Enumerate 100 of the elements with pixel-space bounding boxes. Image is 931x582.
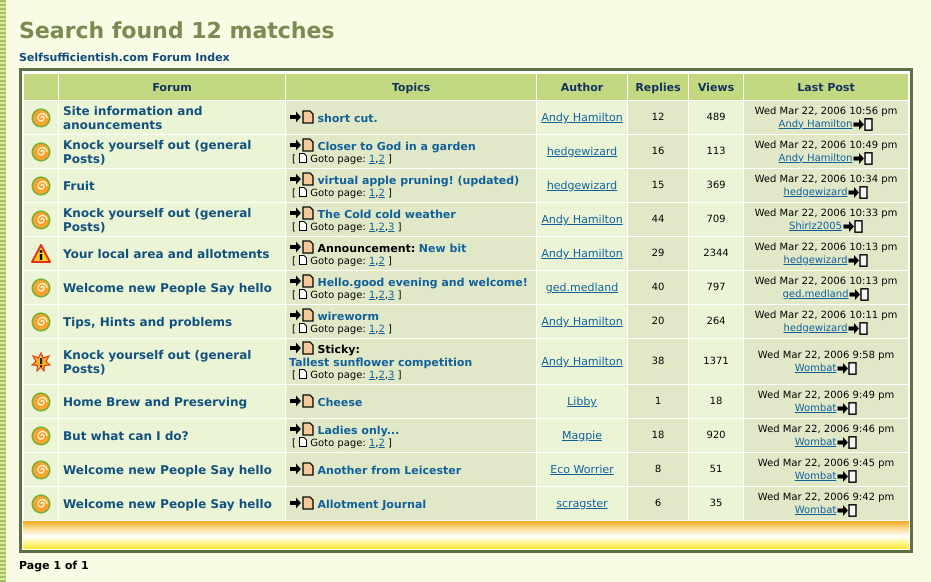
arrow-document-icon[interactable]	[853, 118, 874, 130]
topic-link[interactable]: Closer to God in a garden	[318, 140, 476, 152]
separator: ,	[375, 438, 378, 448]
arrow-document-icon[interactable]	[289, 341, 314, 355]
arrow-document-icon[interactable]	[289, 308, 314, 322]
topic-link[interactable]: wireworm	[318, 310, 379, 322]
page-link[interactable]: 2	[378, 154, 385, 164]
page-link[interactable]: 1	[368, 256, 376, 266]
page-link[interactable]: 2	[378, 438, 385, 448]
separator: ,	[375, 154, 378, 164]
author-link[interactable]: Magpie	[562, 429, 602, 442]
goto-page-label: Goto page:	[310, 154, 366, 164]
author-link[interactable]: Wombat	[794, 470, 836, 482]
page-icon	[299, 220, 308, 230]
separator: ,	[375, 370, 378, 381]
separator: ,	[375, 256, 378, 266]
arrow-document-icon[interactable]	[837, 362, 858, 374]
author-link[interactable]: Wombat	[794, 402, 836, 414]
arrow-document-icon[interactable]	[853, 152, 874, 164]
post-date: Wed Mar 22, 2006 10:13 pm	[754, 274, 898, 288]
views-count: 113	[706, 146, 726, 157]
page-link[interactable]: 1	[368, 290, 376, 300]
arrow-document-icon[interactable]	[843, 220, 864, 232]
topic-link[interactable]: Ladies only...	[318, 424, 400, 436]
arrow-document-icon[interactable]	[289, 462, 314, 476]
post-date: Wed Mar 22, 2006 10:34 pm	[754, 172, 898, 186]
arrow-document-icon[interactable]	[848, 186, 868, 198]
page-link[interactable]: 1	[368, 370, 376, 381]
page-link[interactable]: 1	[368, 438, 376, 448]
arrow-document-icon[interactable]	[289, 274, 314, 288]
page-link[interactable]: 1	[368, 154, 376, 164]
page-link[interactable]: 2	[378, 222, 385, 232]
author-link[interactable]: hedgewizard	[784, 322, 848, 334]
page-link[interactable]: 2	[378, 290, 385, 300]
bracket: ]	[398, 370, 402, 381]
arrow-document-icon[interactable]	[289, 110, 314, 124]
topic-type-label: Sticky:	[318, 343, 360, 356]
goto-page-label: Goto page:	[310, 188, 366, 198]
topic-link[interactable]: The Cold cold weather	[318, 208, 456, 220]
author-link[interactable]: ged.medland	[782, 288, 848, 300]
views-count: 35	[710, 498, 722, 509]
author-link[interactable]: Shirlz2005	[788, 220, 842, 232]
views-count: 264	[706, 316, 726, 327]
author-link[interactable]: Andy Hamilton	[778, 152, 852, 164]
author-link[interactable]: Andy Hamilton	[778, 118, 852, 130]
replies-count: 12	[652, 112, 664, 123]
author-link[interactable]: Wombat	[794, 362, 836, 374]
topic-link[interactable]: virtual apple pruning! (updated)	[318, 174, 520, 186]
arrow-document-icon[interactable]	[848, 322, 868, 334]
page-link[interactable]: 2	[378, 370, 385, 381]
page-link[interactable]: 3	[388, 222, 394, 232]
author-link[interactable]: Wombat	[794, 504, 836, 516]
page-link[interactable]: 1	[368, 324, 376, 334]
author-link[interactable]: hedgewizard	[784, 186, 848, 198]
arrow-document-icon[interactable]	[289, 172, 314, 186]
topic-link[interactable]: short cut.	[318, 112, 378, 125]
arrow-document-icon[interactable]	[289, 240, 314, 254]
replies-count: 8	[654, 464, 662, 475]
arrow-document-icon[interactable]	[289, 496, 314, 510]
post-date: Wed Mar 22, 2006 10:33 pm	[754, 206, 898, 220]
replies-count: 38	[652, 356, 664, 367]
views-count: 51	[710, 464, 722, 475]
bracket: [	[292, 290, 296, 300]
arrow-document-icon[interactable]	[837, 436, 858, 448]
post-date: Wed Mar 22, 2006 9:46 pm	[756, 422, 896, 436]
page-link[interactable]: 3	[388, 290, 394, 300]
topic-link[interactable]: New bit	[418, 242, 466, 254]
topic-link[interactable]: Hello.good evening and welcome!	[318, 276, 528, 288]
page-link[interactable]: 3	[388, 370, 394, 381]
page-link[interactable]: 1	[368, 188, 376, 198]
forum-index-link[interactable]: Selfsufficientish.com Forum Index	[19, 51, 230, 65]
separator: ,	[375, 324, 378, 334]
author-link[interactable]: Wombat	[794, 436, 836, 448]
views-count: 709	[706, 214, 726, 225]
arrow-document-icon[interactable]	[289, 422, 314, 436]
author-link[interactable]: hedgewizard	[784, 254, 848, 266]
arrow-document-icon[interactable]	[837, 470, 858, 482]
page-link[interactable]: 2	[378, 256, 385, 266]
arrow-document-icon[interactable]	[289, 138, 314, 152]
bracket: ]	[388, 154, 392, 164]
arrow-document-icon[interactable]	[849, 288, 870, 300]
bracket: [	[292, 256, 296, 266]
page-link[interactable]: 1	[368, 222, 376, 232]
views-count: 18	[710, 396, 722, 407]
arrow-document-icon[interactable]	[848, 254, 868, 266]
bracket: ]	[388, 324, 392, 334]
arrow-document-icon[interactable]	[289, 394, 314, 408]
topic-link[interactable]: Allotment Journal	[318, 498, 426, 511]
page-title: Search found 12 matches	[19, 18, 336, 46]
arrow-document-icon[interactable]	[289, 206, 314, 220]
post-date: Wed Mar 22, 2006 10:49 pm	[754, 138, 898, 152]
topic-link[interactable]: Cheese	[318, 396, 362, 409]
page-link[interactable]: 2	[378, 188, 385, 198]
arrow-document-icon[interactable]	[837, 504, 858, 516]
author-link[interactable]: Libby	[567, 395, 597, 408]
topic-link[interactable]: Tallest sunflower competition	[289, 356, 472, 369]
bracket: [	[292, 438, 296, 448]
arrow-document-icon[interactable]	[837, 402, 858, 414]
goto-page-label: Goto page:	[310, 222, 366, 232]
page-link[interactable]: 2	[378, 324, 385, 334]
